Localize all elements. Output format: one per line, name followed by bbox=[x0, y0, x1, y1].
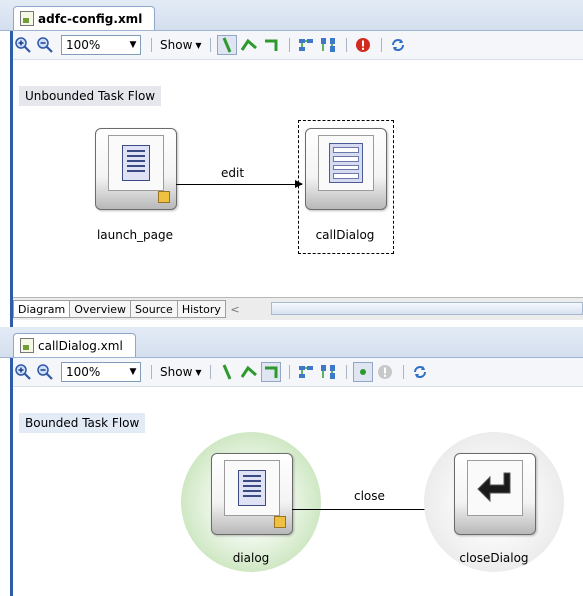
task-flow-return-box[interactable] bbox=[454, 453, 536, 535]
diagram-toolbar: 100% ▼ Show ▼ bbox=[13, 31, 583, 60]
page-icon bbox=[108, 135, 164, 191]
tab-adfc-config[interactable]: adfc-config.xml bbox=[13, 6, 156, 30]
tab-calldialog[interactable]: callDialog.xml bbox=[13, 333, 136, 357]
diagram-canvas[interactable]: Bounded Task Flow dialog close closeDial… bbox=[13, 387, 583, 596]
return-flow-icon[interactable] bbox=[260, 362, 281, 382]
control-flow-icon[interactable] bbox=[217, 362, 237, 382]
default-activity-badge-icon bbox=[158, 191, 170, 203]
control-flow-icon[interactable] bbox=[216, 35, 237, 55]
view-activity-box[interactable] bbox=[95, 128, 177, 210]
tab-overview[interactable]: Overview bbox=[69, 300, 132, 318]
zoom-in-icon[interactable] bbox=[13, 362, 33, 382]
control-flow-edge[interactable] bbox=[176, 180, 303, 188]
wildcard-flow-icon[interactable] bbox=[239, 362, 259, 382]
layout-vertical-icon[interactable] bbox=[318, 35, 338, 55]
zoom-select[interactable]: 100% ▼ bbox=[61, 362, 141, 382]
toolbar-separator bbox=[380, 38, 382, 52]
caret-down-icon: ▼ bbox=[195, 40, 202, 50]
toolbar-separator bbox=[345, 365, 347, 379]
refresh-icon[interactable] bbox=[388, 35, 408, 55]
show-label: Show bbox=[160, 38, 193, 52]
node-label: closeDialog bbox=[459, 551, 529, 565]
toolbar-separator bbox=[345, 38, 347, 52]
layout-horizontal-icon[interactable] bbox=[296, 362, 316, 382]
tab-diagram[interactable]: Diagram bbox=[13, 300, 71, 318]
tab-history[interactable]: History bbox=[176, 300, 226, 318]
caret-down-icon: ▼ bbox=[195, 367, 202, 377]
xml-file-icon bbox=[20, 11, 34, 26]
node-label: callDialog bbox=[315, 228, 375, 242]
node-label: launch_page bbox=[96, 228, 174, 242]
show-menu-button[interactable]: Show ▼ bbox=[158, 38, 204, 52]
chevron-down-icon: ▼ bbox=[129, 367, 137, 377]
editor-view-tabs: Diagram Overview Source History < bbox=[13, 297, 583, 320]
toolbar-separator bbox=[288, 365, 290, 379]
chevron-down-icon: ▼ bbox=[129, 40, 137, 50]
zoom-select[interactable]: 100% ▼ bbox=[61, 35, 141, 55]
error-disabled-icon[interactable] bbox=[375, 362, 395, 382]
calldialog-editor: callDialog.xml 100% ▼ Show ▼ Bounded Tas… bbox=[0, 327, 583, 596]
diagram-canvas[interactable]: Unbounded Task Flow launch_page edit cal… bbox=[13, 60, 583, 297]
view-activity-box[interactable] bbox=[211, 453, 293, 535]
toolbar-separator bbox=[402, 365, 404, 379]
toolbar-separator bbox=[288, 38, 290, 52]
toolbar-separator bbox=[151, 365, 152, 379]
wildcard-flow-icon[interactable] bbox=[239, 35, 259, 55]
dialog-form-icon bbox=[318, 135, 374, 191]
zoom-out-icon[interactable] bbox=[35, 35, 55, 55]
editor-tab-strip: adfc-config.xml bbox=[0, 0, 583, 31]
horizontal-scrollbar[interactable] bbox=[271, 302, 583, 315]
zoom-in-icon[interactable] bbox=[13, 35, 33, 55]
refresh-icon[interactable] bbox=[410, 362, 430, 382]
task-flow-call-box[interactable] bbox=[305, 128, 387, 210]
zoom-value: 100% bbox=[66, 365, 101, 379]
node-label: dialog bbox=[232, 551, 270, 565]
tab-source[interactable]: Source bbox=[130, 300, 178, 318]
toolbar-separator bbox=[209, 365, 211, 379]
default-activity-icon[interactable] bbox=[352, 362, 373, 382]
error-icon[interactable] bbox=[353, 35, 373, 55]
xml-file-icon bbox=[20, 338, 34, 353]
scroll-left-icon[interactable]: < bbox=[229, 303, 241, 316]
editor-tab-strip: callDialog.xml bbox=[0, 327, 583, 358]
edge-label: close bbox=[354, 489, 385, 503]
flow-type-label: Unbounded Task Flow bbox=[19, 86, 162, 106]
diagram-toolbar: 100% ▼ Show ▼ bbox=[13, 358, 583, 387]
flow-type-label: Bounded Task Flow bbox=[19, 413, 146, 433]
toolbar-separator bbox=[151, 38, 152, 52]
edge-label: edit bbox=[221, 166, 245, 180]
show-menu-button[interactable]: Show ▼ bbox=[158, 365, 204, 379]
page-icon bbox=[224, 460, 280, 516]
show-label: Show bbox=[160, 365, 193, 379]
tab-label: callDialog.xml bbox=[38, 338, 123, 353]
tab-label: adfc-config.xml bbox=[38, 11, 143, 26]
layout-horizontal-icon[interactable] bbox=[296, 35, 316, 55]
return-flow-icon[interactable] bbox=[261, 35, 281, 55]
layout-vertical-icon[interactable] bbox=[318, 362, 338, 382]
return-arrow-icon bbox=[467, 460, 523, 516]
zoom-out-icon[interactable] bbox=[35, 362, 55, 382]
default-activity-badge-icon bbox=[274, 516, 286, 528]
toolbar-separator bbox=[209, 38, 211, 52]
adfc-config-editor: adfc-config.xml 100% ▼ Show ▼ Unbounded … bbox=[0, 0, 583, 327]
zoom-value: 100% bbox=[66, 38, 101, 52]
